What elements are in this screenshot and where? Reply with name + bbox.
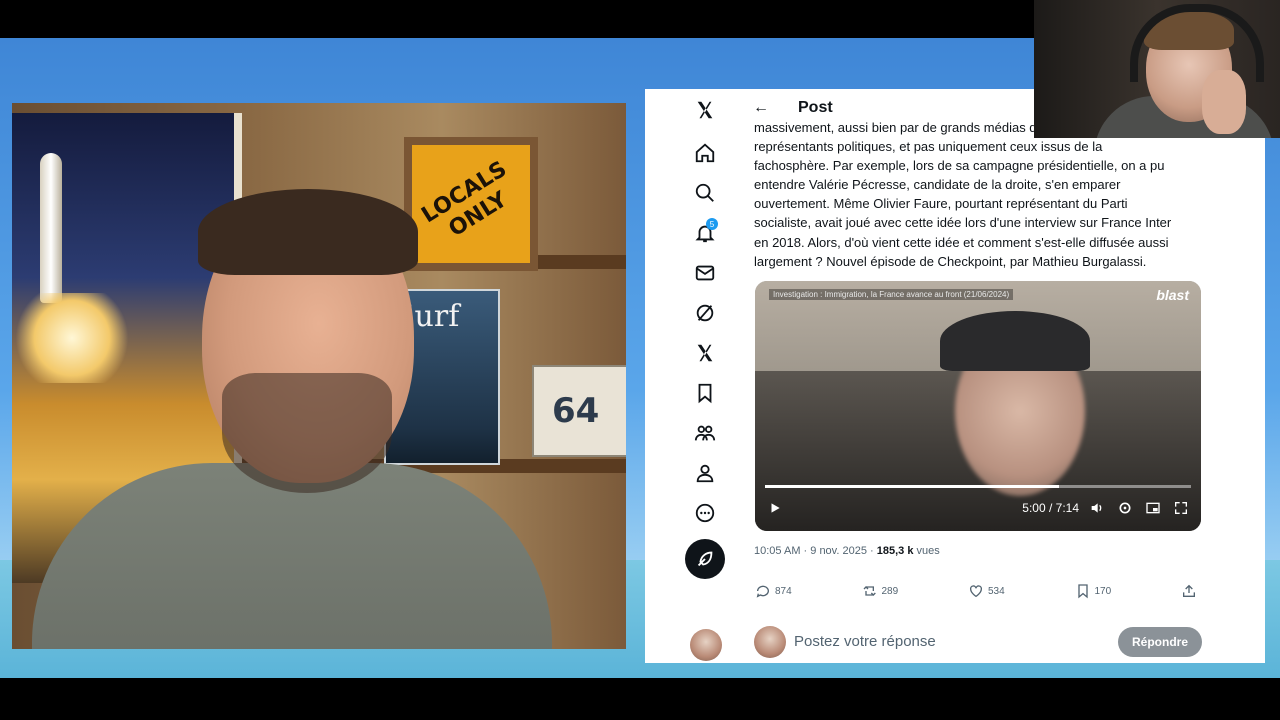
video-progress-bar[interactable]	[765, 485, 1191, 488]
volume-icon[interactable]	[1087, 499, 1107, 517]
bookmark-icon	[1077, 584, 1088, 599]
streamer-camera: LOCALS ONLY Surf 64	[12, 103, 626, 649]
nav-rail: 5	[645, 89, 745, 663]
reply-composer: Postez votre réponse Répondre	[754, 625, 1202, 659]
like-button[interactable]: 534	[968, 583, 1005, 599]
more-icon[interactable]	[694, 502, 716, 524]
like-count: 534	[988, 585, 1005, 597]
heart-icon	[970, 585, 982, 598]
post-date: 9 nov. 2025	[810, 545, 867, 557]
video-player[interactable]: Investigation : Immigration, la France a…	[755, 281, 1201, 531]
notification-badge: 5	[706, 218, 718, 230]
streamer	[32, 189, 552, 649]
reply-avatar	[754, 626, 786, 658]
video-time: 5:00 / 7:14	[1022, 501, 1079, 515]
video-logo: blast	[1156, 287, 1189, 303]
post-line: entendre Valérie Pécresse, candidate de …	[754, 177, 1121, 193]
post-line: socialiste, avait joué avec cette idée l…	[754, 215, 1172, 231]
reply-input[interactable]: Postez votre réponse	[794, 633, 936, 650]
page-title: Post	[798, 99, 833, 116]
post-line: fachosphère. Par exemple, lors de sa cam…	[754, 158, 1165, 174]
pip-icon[interactable]	[1143, 499, 1163, 517]
viewer-hand	[1202, 70, 1246, 134]
x-premium-icon[interactable]	[694, 342, 716, 364]
account-avatar[interactable]	[690, 629, 722, 661]
license-plate-number: 64	[552, 391, 600, 431]
bell-icon[interactable]: 5	[694, 218, 718, 244]
reply-icon	[756, 585, 769, 598]
viewer-webcam	[1034, 0, 1280, 138]
back-arrow-icon[interactable]: ←	[753, 99, 769, 117]
post-meta: 10:05 AM · 9 nov. 2025 · 185,3 k vues	[754, 545, 940, 557]
post-line: ouvertement. Même Olivier Faure, pourtan…	[754, 196, 1128, 212]
video-caption: Investigation : Immigration, la France a…	[769, 289, 1014, 300]
settings-icon[interactable]	[1115, 499, 1135, 517]
share-button[interactable]	[1181, 583, 1201, 599]
bookmark-icon[interactable]	[694, 382, 716, 404]
bookmark-button[interactable]: 170	[1075, 583, 1112, 599]
repost-count: 289	[881, 585, 899, 597]
grok-icon[interactable]	[694, 302, 716, 324]
fullscreen-icon[interactable]	[1171, 499, 1191, 517]
profile-icon[interactable]	[694, 462, 716, 484]
home-icon[interactable]	[694, 142, 716, 164]
reply-submit-button[interactable]: Répondre	[1118, 627, 1202, 657]
post-time: 10:05 AM	[754, 545, 801, 557]
x-post-window: 5 ← Post massivement, aussi bien par de …	[645, 89, 1265, 663]
headphones	[1130, 4, 1264, 82]
post-text: massivement, aussi bien par de grands mé…	[754, 120, 1214, 271]
post-line: largement ? Nouvel épisode de Checkpoint…	[754, 253, 1147, 269]
play-icon[interactable]	[765, 499, 785, 517]
video-controls: 5:00 / 7:14	[765, 497, 1191, 519]
bookmark-count: 170	[1094, 585, 1112, 597]
repost-icon	[863, 586, 876, 596]
reply-count: 874	[775, 585, 792, 597]
video-cap	[940, 311, 1090, 371]
share-icon	[1183, 584, 1195, 597]
search-icon[interactable]	[694, 182, 716, 204]
communities-icon[interactable]	[694, 422, 716, 444]
mail-icon[interactable]	[694, 262, 716, 284]
streamer-beard	[222, 373, 392, 493]
video-progress-fill	[765, 485, 1060, 488]
post-actions: 874 289 534 170	[755, 583, 1201, 599]
post-views-label: vues	[916, 545, 940, 557]
feather-icon	[697, 551, 713, 567]
compose-post-button[interactable]	[685, 539, 725, 579]
streamer-hair	[198, 189, 418, 275]
post-views-count: 185,3 k	[876, 545, 914, 557]
post-line: en 2018. Alors, d'où vient cette idée et…	[754, 234, 1169, 250]
post-line: représentants politiques, et pas uniquem…	[754, 139, 1103, 155]
repost-button[interactable]: 289	[862, 583, 899, 599]
x-logo-icon[interactable]	[694, 99, 716, 121]
reply-button[interactable]: 874	[755, 583, 792, 599]
